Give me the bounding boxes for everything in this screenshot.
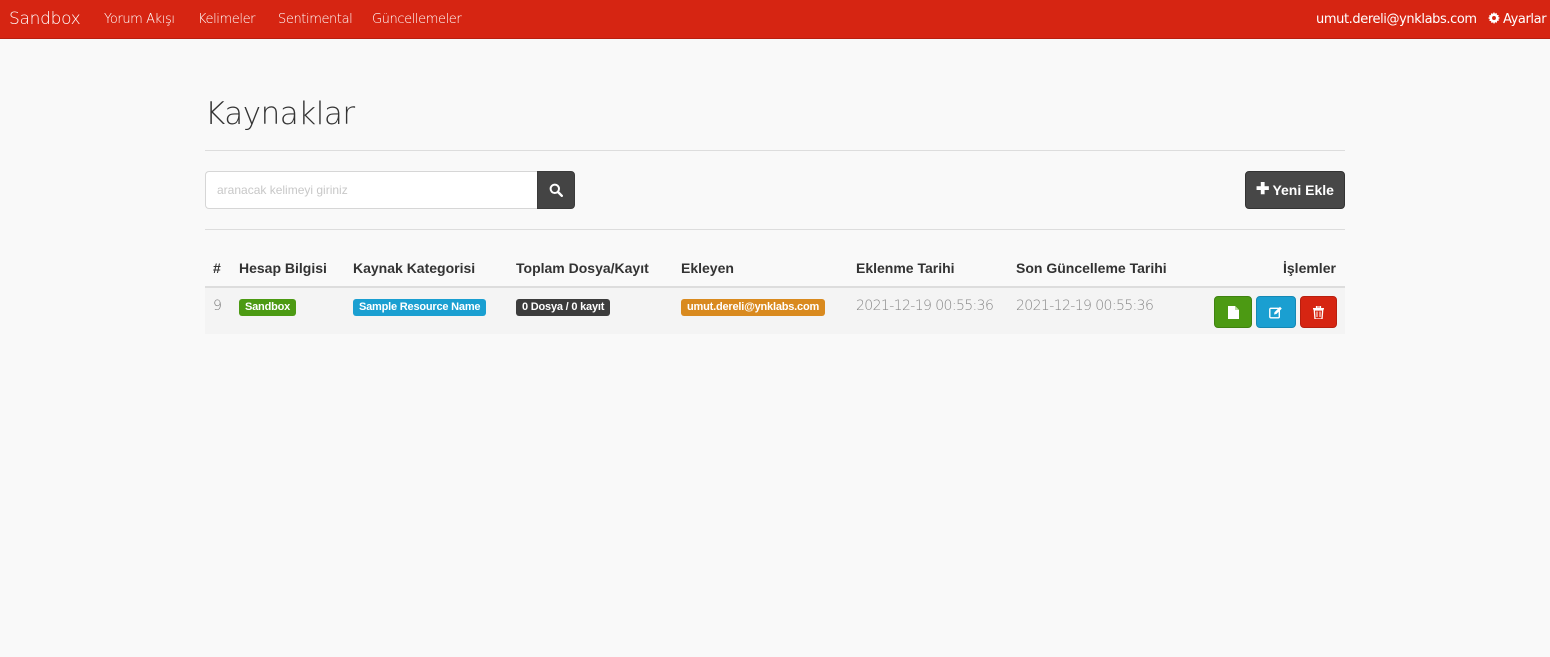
added-by-badge: umut.dereli@ynklabs.com [681,299,826,316]
account-badge: Sandbox [239,299,297,316]
search-input[interactable] [205,171,538,209]
page-title: Kaynaklar [205,96,355,132]
edit-button[interactable] [1256,296,1296,328]
column-header-totals: Toplam Dosya/Kayıt [516,260,649,276]
plus-icon: ✚ [1256,181,1270,198]
user-email-link[interactable]: umut.dereli@ynklabs.com [1316,12,1477,27]
column-header-added-by: Ekleyen [681,260,734,276]
file-icon [1227,305,1239,319]
column-header-id: # [213,260,221,276]
category-badge: Sample Resource Name [353,299,487,316]
column-header-account: Hesap Bilgisi [239,260,327,276]
totals-badge: 0 Dosya / 0 kayıt [516,299,611,316]
nav-link-kelimeler[interactable]: Kelimeler [198,12,256,27]
column-header-created-at: Eklenme Tarihi [856,260,955,276]
updated-at-value: 2021-12-19 00:55:36 [1016,298,1154,314]
row-id: 9 [213,298,222,314]
trash-icon [1313,305,1324,319]
nav-link-sentimental[interactable]: Sentimental [278,12,353,27]
edit-icon [1269,306,1282,318]
settings-link[interactable]: Ayarlar [1488,12,1547,27]
brand-link[interactable]: Sandbox [9,9,81,29]
settings-label: Ayarlar [1503,12,1547,27]
add-new-label: Yeni Ekle [1272,182,1334,198]
nav-link-guncellemeler[interactable]: Güncellemeler [372,12,462,27]
view-button[interactable] [1214,296,1252,328]
header-divider [205,150,1345,151]
column-header-actions: İşlemler [1283,260,1336,276]
nav-link-yorum-akisi[interactable]: Yorum Akışı [104,12,175,27]
delete-button[interactable] [1300,296,1337,328]
column-header-category: Kaynak Kategorisi [353,260,476,276]
top-navbar: Sandbox Yorum Akışı Kelimeler Sentimenta… [0,0,1550,39]
gear-icon [1488,12,1500,24]
search-button[interactable] [537,171,575,209]
search-icon [549,183,563,197]
toolbar-divider [205,229,1345,230]
add-new-button[interactable]: ✚ Yeni Ekle [1245,171,1345,209]
created-at-value: 2021-12-19 00:55:36 [856,298,994,314]
column-header-updated-at: Son Güncelleme Tarihi [1016,260,1167,276]
